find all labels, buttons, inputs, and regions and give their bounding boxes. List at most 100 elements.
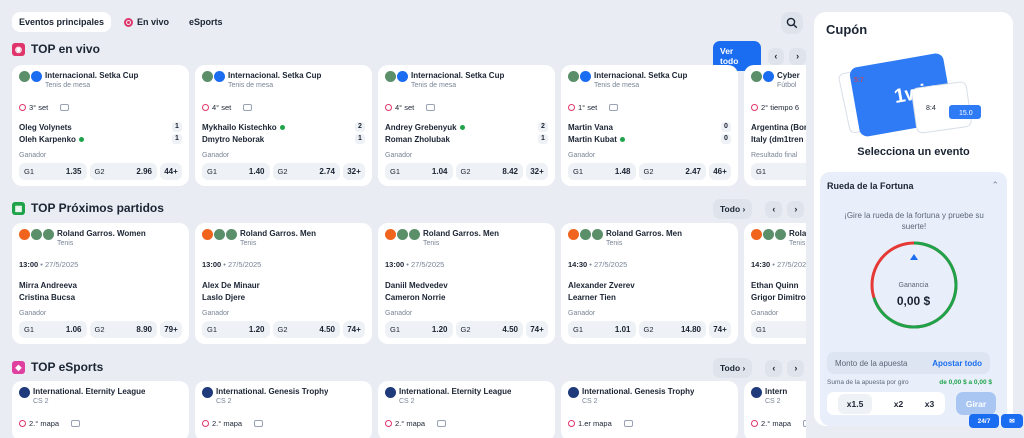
tv-icon[interactable]: [426, 104, 436, 111]
sport-name: CS 2: [399, 398, 415, 405]
league-name: International. Genesis Trophy: [582, 387, 695, 396]
multiplier-option[interactable]: x3: [925, 399, 934, 409]
esports-match-card[interactable]: Intern CS 2 2.° mapa: [744, 381, 806, 438]
calendar-icon: ▦: [12, 201, 25, 215]
flag-icon: [580, 71, 591, 82]
esports-match-card[interactable]: International. Genesis Trophy CS 2 1.er m…: [561, 381, 738, 438]
support-button[interactable]: 24/7: [969, 414, 999, 428]
upcoming-cards-row: Roland Garros. Women Tenis 13:00 • 27/5/2…: [12, 223, 806, 344]
see-all-button[interactable]: Todo ›: [713, 358, 753, 378]
promo-illustration: 1win 5:7 8:4 15.0: [838, 53, 981, 137]
league-name: Roland Garros. Men: [240, 229, 317, 238]
upcoming-match-card[interactable]: Roland Garros. Men Tenis 13:00 • 27/5/202…: [195, 223, 372, 344]
odds-button[interactable]: G2 8.42: [455, 163, 523, 180]
odds-value: 1.01: [614, 325, 631, 334]
esports-match-card[interactable]: International. Genesis Trophy CS 2 2.° ma…: [195, 381, 372, 438]
player-2: Cameron Norrie: [385, 292, 446, 302]
flag-icons: [19, 71, 42, 82]
odds-button[interactable]: G1 1.35: [19, 163, 87, 180]
esports-match-card[interactable]: International. Eternity League CS 2 2.° m…: [378, 381, 555, 438]
prev-arrow-icon[interactable]: ‹: [765, 200, 783, 218]
odds-button[interactable]: G2 2.74: [272, 163, 340, 180]
bet-all-button[interactable]: Apostar todo: [932, 359, 982, 368]
odds-label: G2: [460, 167, 471, 176]
odds-button[interactable]: G1 1.40: [202, 163, 270, 180]
next-arrow-icon[interactable]: ›: [789, 47, 806, 65]
odds-button[interactable]: G2 4.50: [455, 321, 523, 338]
tv-icon[interactable]: [609, 104, 619, 111]
more-markets-button[interactable]: 74+: [343, 321, 365, 338]
sport-name: Tenis de mesa: [45, 82, 91, 89]
tv-icon[interactable]: [60, 104, 70, 111]
odds-button[interactable]: G1 1.04: [385, 163, 453, 180]
tab-eventos-principales[interactable]: Eventos principales: [12, 12, 112, 32]
upcoming-match-card[interactable]: Roland Garros. Women Tenis 13:00 • 27/5/2…: [12, 223, 189, 344]
odds-button[interactable]: G13.05: [751, 163, 806, 180]
more-markets-button[interactable]: 74+: [709, 321, 731, 338]
live-icon: [568, 104, 575, 111]
odds-button[interactable]: G2 2.96: [89, 163, 157, 180]
live-match-card[interactable]: Internacional. Setka Cup Tenis de mesa 4°…: [195, 65, 372, 186]
live-match-card[interactable]: Internacional. Setka Cup Tenis de mesa 4°…: [378, 65, 555, 186]
multiplier-option[interactable]: x1.5: [837, 393, 873, 414]
odds-button[interactable]: G13: [751, 321, 806, 338]
odds-button[interactable]: G1 1.48: [568, 163, 636, 180]
odds-button[interactable]: G2 14.80: [638, 321, 706, 338]
odds-value: 8.42: [502, 167, 518, 176]
player-2: Cristina Bucsa: [19, 292, 76, 302]
tv-icon[interactable]: [254, 420, 264, 427]
tab-en-vivo[interactable]: En vivo: [117, 12, 176, 32]
coupon-title: Cupón: [826, 22, 868, 37]
odds-button[interactable]: G1 1.20: [202, 321, 270, 338]
prev-arrow-icon[interactable]: ‹: [767, 47, 785, 65]
spin-button[interactable]: Girar: [956, 392, 996, 415]
multiplier-option[interactable]: x2: [894, 399, 903, 409]
more-markets-button[interactable]: 46+: [709, 163, 731, 180]
more-markets-button[interactable]: 44+: [160, 163, 182, 180]
search-button[interactable]: [781, 12, 803, 34]
odds-button[interactable]: G1 1.06: [19, 321, 87, 338]
odds-value: 4.50: [502, 325, 518, 334]
flag-icon: [568, 71, 579, 82]
next-arrow-icon[interactable]: ›: [787, 200, 805, 218]
live-match-card[interactable]: Cyber Fútbol 2° tiempo 6 Argentina (Bor I…: [744, 65, 806, 186]
league-logo-icon: [751, 387, 762, 398]
sport-name: CS 2: [216, 398, 232, 405]
league-name: Cyber: [777, 71, 800, 80]
more-markets-button[interactable]: 74+: [526, 321, 548, 338]
prev-arrow-icon[interactable]: ‹: [765, 359, 783, 377]
chevron-up-icon[interactable]: ⌃: [991, 180, 999, 191]
odds-button[interactable]: G1 1.20: [385, 321, 453, 338]
odds-button[interactable]: G2 4.50: [272, 321, 340, 338]
odds-button[interactable]: G2 2.47: [638, 163, 706, 180]
chat-icon[interactable]: ✉: [1001, 414, 1023, 428]
upcoming-match-card[interactable]: RolaTenis 14:30 • 27/5/2025 Ethan Quinn …: [744, 223, 806, 344]
tv-icon[interactable]: [803, 420, 806, 427]
tv-icon[interactable]: [243, 104, 253, 111]
live-match-card[interactable]: Internacional. Setka Cup Tenis de mesa 1°…: [561, 65, 738, 186]
fire-icon: [19, 229, 30, 240]
tab-esports[interactable]: eSports: [182, 12, 230, 32]
more-markets-button[interactable]: 79+: [160, 321, 182, 338]
sport-name: Tenis: [789, 240, 806, 247]
more-markets-button[interactable]: 32+: [343, 163, 365, 180]
more-markets-button[interactable]: 32+: [526, 163, 548, 180]
live-match-card[interactable]: Internacional. Setka Cup Tenis de mesa 3°…: [12, 65, 189, 186]
odds-button[interactable]: G1 1.01: [568, 321, 636, 338]
upcoming-match-card[interactable]: Roland Garros. Men Tenis 13:00 • 27/5/202…: [378, 223, 555, 344]
tv-icon[interactable]: [71, 420, 81, 427]
fire-icon: [385, 229, 396, 240]
flag-icon: [43, 229, 54, 240]
esports-match-card[interactable]: International. Eternity League CS 2 2.° m…: [12, 381, 189, 438]
odds-button[interactable]: G2 8.90: [89, 321, 157, 338]
see-all-button[interactable]: Todo ›: [713, 199, 753, 219]
score-2: 1: [172, 134, 182, 144]
coupon-panel: Cupón 1win 5:7 8:4 15.0 Selecciona un ev…: [814, 12, 1013, 426]
bet-amount-field[interactable]: Monto de la apuesta Apostar todo: [827, 352, 990, 374]
live-icon: [568, 420, 575, 427]
section-title: TOP Próximos partidos: [31, 201, 164, 215]
tv-icon[interactable]: [437, 420, 447, 427]
tv-icon[interactable]: [623, 420, 633, 427]
upcoming-match-card[interactable]: Roland Garros. Men Tenis 14:30 • 27/5/202…: [561, 223, 738, 344]
next-arrow-icon[interactable]: ›: [787, 359, 805, 377]
